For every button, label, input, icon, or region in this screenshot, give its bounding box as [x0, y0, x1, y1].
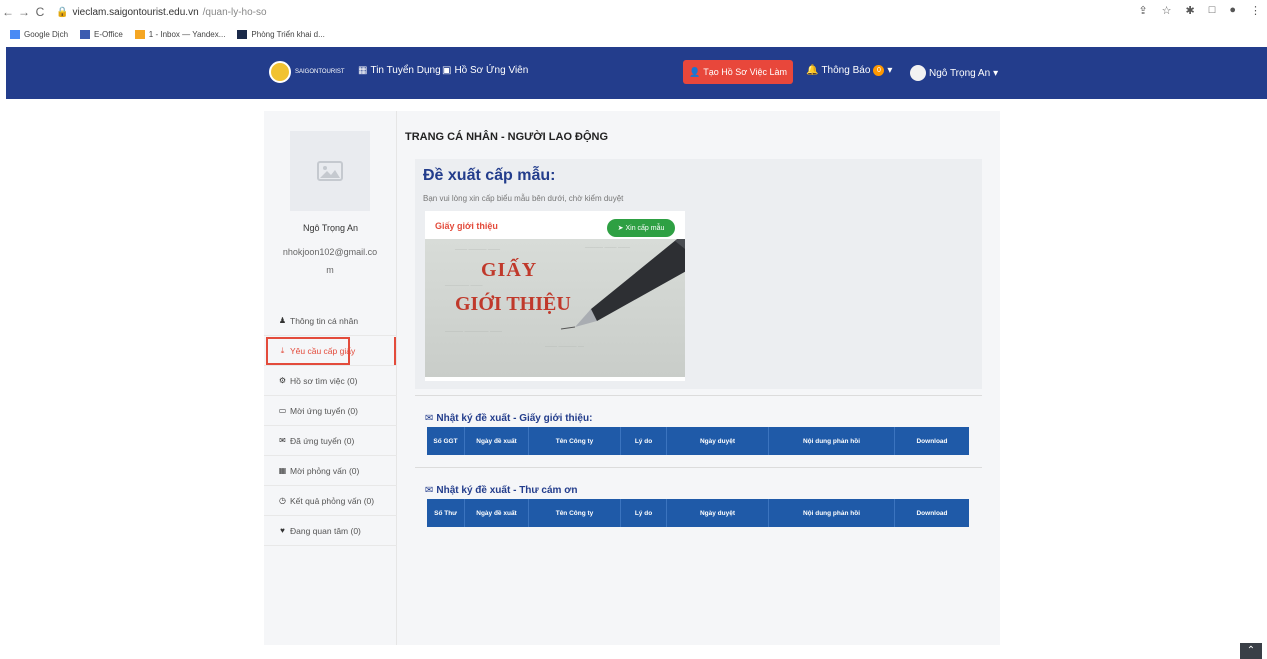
log-thanks-table-header: Số Thư Ngày đề xuất Tên Công ty Lý do Ng…	[427, 499, 969, 527]
profile-card: Ngô Trọng An nhokjoon102@gmail.com ♟ Thôn…	[264, 111, 1000, 645]
propose-section: Đề xuất cấp mẫu: Bạn vui lòng xin cấp bi…	[415, 159, 982, 389]
divider	[415, 395, 982, 396]
lock-icon: 🔒	[56, 6, 69, 18]
address-bar[interactable]: 🔒 vieclam.saigontourist.edu.vn/quan-ly-h…	[56, 7, 267, 18]
board-icon	[237, 29, 248, 39]
caret-down-icon: ▾	[887, 65, 893, 76]
document-title: Giấy giới thiệu	[435, 221, 498, 231]
translate-icon	[10, 29, 20, 39]
star-icon[interactable]: ☆	[1162, 4, 1172, 17]
logo-text: SAIGONTOURIST	[295, 68, 345, 75]
profile-name: Ngô Trọng An	[302, 223, 359, 233]
scroll-to-top-button[interactable]: ⌃	[1240, 643, 1262, 659]
log-thanks-title: ✉ Nhật ký đề xuất - Thư cám ơn	[425, 485, 578, 496]
annotation-marker-line	[394, 337, 396, 365]
column-header: Ngày đề xuất	[465, 427, 529, 455]
avatar	[910, 65, 926, 81]
column-header: Lý do	[621, 499, 667, 527]
id-card-icon: ▣	[442, 65, 452, 76]
log-introduction-table-header: Số GGT Ngày đề xuất Tên Công ty Lý do Ng…	[427, 427, 969, 455]
extensions-icon[interactable]: ✱	[1185, 4, 1194, 17]
propose-title: Đề xuất cấp mẫu:	[423, 167, 556, 184]
user-plus-icon: 👤	[689, 66, 701, 77]
caret-down-icon: ▾	[993, 67, 999, 79]
gear-icon: ⚙	[278, 376, 287, 385]
annotation-highlight-box	[266, 337, 350, 365]
menu-icon[interactable]: ⋮	[1250, 4, 1261, 17]
column-header: Ngày đề xuất	[465, 499, 529, 527]
url-host: vieclam.saigontourist.edu.vn	[72, 6, 199, 18]
nav-candidates[interactable]: ▣ Hồ Sơ Ứng Viên	[442, 65, 528, 76]
profile-sidebar: Ngô Trọng An nhokjoon102@gmail.com ♟ Thôn…	[264, 111, 397, 645]
bookmark-google-translate[interactable]: Google Dịch	[10, 29, 68, 39]
clock-icon: ◷	[279, 496, 286, 505]
request-form-button[interactable]: ➤ Xin cấp mẫu	[607, 219, 675, 237]
bookmark-yandex-inbox[interactable]: 1 - Inbox — Yandex...	[134, 29, 225, 39]
column-header: Download	[916, 437, 948, 445]
card-icon: ▭	[278, 406, 287, 415]
image-icon	[317, 161, 343, 181]
log-introduction-title: ✉ Nhật ký đề xuất - Giấy giới thiệu:	[425, 413, 593, 424]
column-header: Số GGT	[427, 427, 465, 455]
chevron-up-icon: ⌃	[1246, 645, 1256, 656]
column-header: Download	[916, 509, 948, 517]
heart-icon: ♥	[280, 526, 285, 535]
nav-jobs[interactable]: ▦ Tin Tuyển Dụng	[358, 65, 441, 76]
column-header: Số Thư	[427, 499, 465, 527]
propose-subtitle: Bạn vui lòng xin cấp biểu mẫu bên dưới, …	[423, 194, 624, 203]
envelope-open-icon: ✉	[425, 413, 434, 424]
mail-icon	[134, 29, 145, 39]
column-header: Tên Công ty	[529, 427, 621, 455]
site-header: SAIGONTOURIST ▦ Tin Tuyển Dụng ▣ Hồ Sơ Ứ…	[6, 47, 1267, 99]
site-logo[interactable]: SAIGONTOURIST	[269, 57, 345, 87]
column-header: Nội dung phản hồi	[769, 499, 895, 527]
main-content: TRANG CÁ NHÂN - NGƯỜI LAO ĐỘNG Đề xuất c…	[397, 111, 1000, 645]
column-header: Ngày duyệt	[667, 499, 769, 527]
sidebar-item-job-profile[interactable]: ⚙ Hồ sơ tìm việc (0)	[264, 366, 397, 396]
forward-icon[interactable]: →	[16, 5, 32, 19]
column-header: Ngày duyệt	[667, 427, 769, 455]
sidepanel-icon[interactable]: □	[1209, 4, 1216, 17]
notification-badge: 0	[873, 65, 885, 76]
user-icon: ♟	[278, 316, 287, 325]
sidebar-item-favorites[interactable]: ♥ Đang quan tâm (0)	[264, 516, 397, 546]
column-header: Tên Công ty	[529, 499, 621, 527]
document-image: —— ——— —— ——— —— —— ———— —— ——— ———— —— …	[425, 239, 685, 377]
column-header: Lý do	[621, 427, 667, 455]
user-menu[interactable]: Ngô Trọng An ▾	[910, 65, 998, 81]
envelope-icon: ✉	[279, 436, 286, 445]
logo-emblem	[269, 61, 291, 83]
envelope-open-icon: ✉	[425, 485, 434, 496]
share-icon[interactable]: ⇪	[1138, 4, 1147, 17]
send-icon: ➤	[617, 225, 624, 232]
reload-icon[interactable]: C	[32, 5, 48, 19]
bookmarks-bar: Google Dịch E-Office 1 - Inbox — Yandex.…	[0, 24, 1267, 44]
sidebar-item-applied[interactable]: ✉ Đã ứng tuyển (0)	[264, 426, 397, 456]
pen-illustration	[560, 239, 685, 330]
sidebar-item-interview-invites[interactable]: ▦ Mời phỏng vấn (0)	[264, 456, 397, 486]
bell-icon: 🔔	[806, 65, 819, 76]
sidebar-item-invitations[interactable]: ▭ Mời ứng tuyển (0)	[264, 396, 397, 426]
back-icon[interactable]: ←	[0, 5, 16, 19]
grid-icon: ▦	[278, 466, 287, 475]
profile-email: nhokjoon102@gmail.com	[282, 247, 378, 275]
page-title: TRANG CÁ NHÂN - NGƯỜI LAO ĐỘNG	[405, 131, 609, 143]
divider	[415, 467, 982, 468]
profile-icon[interactable]: ●	[1229, 4, 1236, 17]
column-header: Nội dung phản hồi	[769, 427, 895, 455]
sidebar-item-personal-info[interactable]: ♟ Thông tin cá nhân	[264, 306, 397, 336]
eoffice-icon	[80, 29, 91, 39]
bookmark-phong-trien-khai[interactable]: Phòng Triển khai d...	[237, 29, 325, 39]
url-path: /quan-ly-ho-so	[202, 6, 267, 18]
notifications-menu[interactable]: 🔔 Thông Báo 0 ▾	[806, 65, 892, 76]
create-cv-button[interactable]: 👤 Tạo Hồ Sơ Việc Làm	[683, 60, 793, 84]
bookmark-eoffice[interactable]: E-Office	[80, 29, 123, 39]
list-icon: ▦	[358, 65, 368, 76]
document-card-introduction-letter: Giấy giới thiệu ➤ Xin cấp mẫu —— ——— —— …	[425, 211, 685, 381]
browser-toolbar: ← → C 🔒 vieclam.saigontourist.edu.vn/qua…	[0, 0, 1267, 24]
sidebar-item-interview-results[interactable]: ◷ Kết quả phỏng vấn (0)	[264, 486, 397, 516]
profile-photo[interactable]	[290, 131, 370, 211]
